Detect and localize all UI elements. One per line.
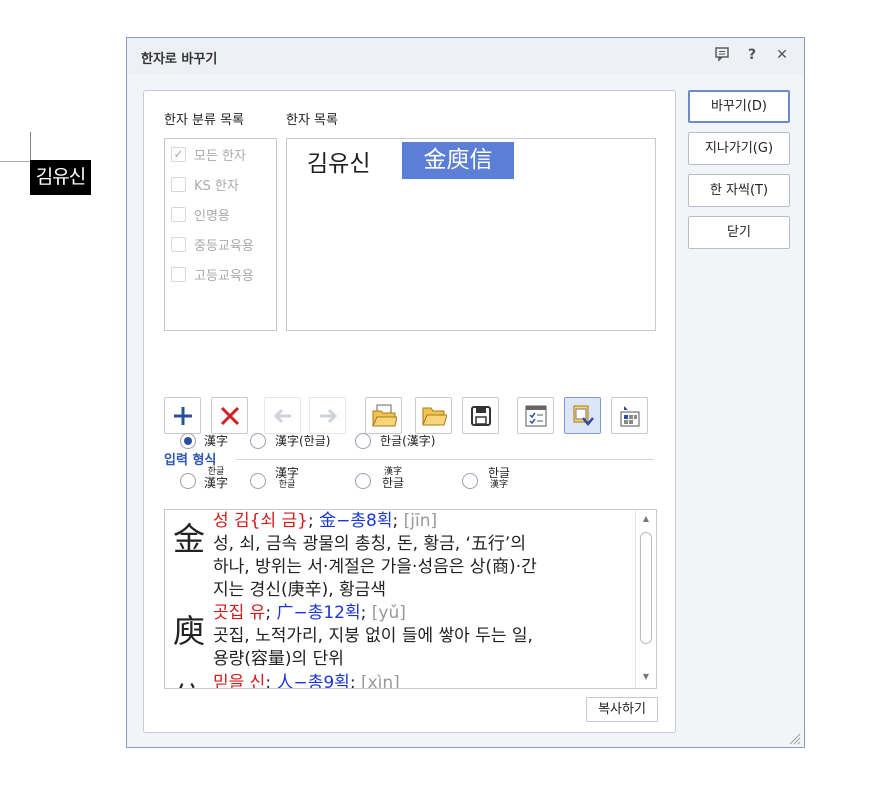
open-folder-button[interactable] <box>415 397 452 434</box>
folder-icon <box>421 407 447 425</box>
candidate-hanja-selected[interactable]: 金庾信 <box>402 142 514 179</box>
register-button[interactable] <box>564 397 601 434</box>
entry-3-head: 믿을 신; 人−총9획; [xìn] <box>213 673 400 689</box>
close-button[interactable]: 닫기 <box>688 216 790 249</box>
skip-button[interactable]: 지나가기(G) <box>688 132 790 165</box>
delete-button[interactable] <box>211 397 248 434</box>
category-item-name: 인명용 <box>171 203 230 225</box>
entry-2-line-2: 용량(容量)의 단위 <box>213 649 344 669</box>
open-dictionary-button[interactable] <box>365 397 402 434</box>
entry-1-head: 성 김{쇠 금}; 金−총8획; [jīn] <box>213 511 438 531</box>
dialog-title: 한자로 바꾸기 <box>141 52 218 67</box>
radio-hanja-hangul[interactable] <box>250 433 266 449</box>
arrow-right-icon <box>319 408 337 423</box>
close-icon[interactable]: ✕ <box>773 46 791 64</box>
radio-ruby-hanja-over-hangul[interactable] <box>250 473 266 489</box>
entry-char-1: 金 <box>173 520 206 558</box>
category-item-ks: KS 한자 <box>171 173 239 195</box>
copy-button[interactable]: 복사하기 <box>586 697 658 722</box>
checklist-icon <box>525 405 546 426</box>
radio-hanja[interactable] <box>180 433 196 449</box>
hanja-candidate-list[interactable]: 김유신 金庾信 <box>286 138 656 331</box>
checkbox-all: ✓ <box>171 146 186 162</box>
arrow-left-icon <box>273 408 291 423</box>
radio-hanja-label: 漢字 <box>204 434 229 448</box>
selected-document-text[interactable]: 김유신 <box>30 160 91 195</box>
scroll-thumb[interactable] <box>640 532 652 644</box>
table-chart-icon <box>620 405 639 426</box>
save-button[interactable] <box>462 397 499 434</box>
section-divider <box>236 459 654 460</box>
entry-1-line-2: 하나, 방위는 서·계절은 가을·성음은 상(商)·간 <box>213 557 537 577</box>
radio-hanja-hangul-label: 漢字(한글) <box>275 434 331 448</box>
entry-char-2: 庾 <box>173 612 206 650</box>
resize-grip-icon[interactable] <box>787 730 801 745</box>
category-item-middle: 중등교육용 <box>171 233 254 255</box>
radio-small-hanja-over-hangul[interactable] <box>355 473 371 489</box>
radio-hangul-over-small-hanja[interactable] <box>462 473 478 489</box>
candidate-hangul: 김유신 <box>307 151 371 177</box>
category-list: ✓ 모든 한자 KS 한자 인명용 중등교육용 고등교육용 <box>164 138 277 331</box>
checkbox-name <box>171 206 186 222</box>
option-small-hanja-over-hangul: 漢字 한글 <box>382 467 405 490</box>
option-hangul-over-small-hanja: 한글 漢字 <box>488 466 511 491</box>
register-icon <box>573 405 594 426</box>
open-book-icon <box>371 404 397 426</box>
hanja-convert-dialog: 한자로 바꾸기 ? ✕ 한자 분류 목록 한자 목록 ✓ 모든 한자 KS 한자 … <box>126 37 805 748</box>
radio-hangul-hanja[interactable] <box>355 433 371 449</box>
dictionary-panel[interactable]: 金 성 김{쇠 금}; 金−총8획; [jīn] 성, 쇠, 금속 광물의 총칭… <box>164 509 657 689</box>
entry-char-3: 信 <box>173 674 205 688</box>
checklist-button[interactable] <box>517 397 554 434</box>
option-hangul-over-hanja: 한글 漢字 <box>204 467 229 490</box>
category-list-label: 한자 분류 목록 <box>164 113 245 128</box>
help-icon[interactable]: ? <box>743 46 761 64</box>
hanja-list-label: 한자 목록 <box>286 113 338 128</box>
plus-icon <box>173 406 192 425</box>
radio-ruby-hangul-over-hanja[interactable] <box>180 473 196 489</box>
dictionary-scrollbar[interactable]: ▲ ▼ <box>635 510 656 688</box>
ruler-line <box>0 161 30 162</box>
x-icon <box>220 406 239 425</box>
entry-1-line-1: 성, 쇠, 금속 광물의 총칭, 돈, 황금, ‘五行’의 <box>213 534 526 554</box>
move-right-button[interactable] <box>309 397 346 434</box>
text-cursor-line <box>30 132 31 160</box>
checkbox-ks <box>171 176 186 192</box>
main-panel: 한자 분류 목록 한자 목록 ✓ 모든 한자 KS 한자 인명용 중등교육용 고등… <box>143 90 676 733</box>
scroll-down-icon[interactable]: ▼ <box>640 672 652 682</box>
entry-2-head: 곳집 유; 广−총12획; [yǔ] <box>213 603 406 623</box>
replace-button[interactable]: 바꾸기(D) <box>688 90 790 123</box>
dialog-titlebar: 한자로 바꾸기 ? ✕ <box>127 38 804 74</box>
comment-icon[interactable] <box>713 46 731 64</box>
checkbox-middle <box>171 236 186 252</box>
save-icon <box>470 405 491 426</box>
category-item-all: ✓ 모든 한자 <box>171 143 246 165</box>
scroll-up-icon[interactable]: ▲ <box>640 514 652 524</box>
table-button[interactable] <box>611 397 648 434</box>
category-item-high: 고등교육용 <box>171 263 254 285</box>
option-hanja-over-hangul: 漢字 한글 <box>275 466 300 491</box>
radio-hangul-hanja-label: 한글(漢字) <box>380 434 436 448</box>
entry-2-line-1: 곳집, 노적가리, 지붕 없이 들에 쌓아 두는 일, <box>213 626 533 646</box>
add-button[interactable] <box>164 397 201 434</box>
move-left-button[interactable] <box>264 397 301 434</box>
checkbox-high <box>171 266 186 282</box>
input-format-label: 입력 형식 <box>164 453 217 468</box>
entry-1-line-3: 지는 경신(庚辛), 황금색 <box>213 580 386 600</box>
one-char-button[interactable]: 한 자씩(T) <box>688 174 790 207</box>
